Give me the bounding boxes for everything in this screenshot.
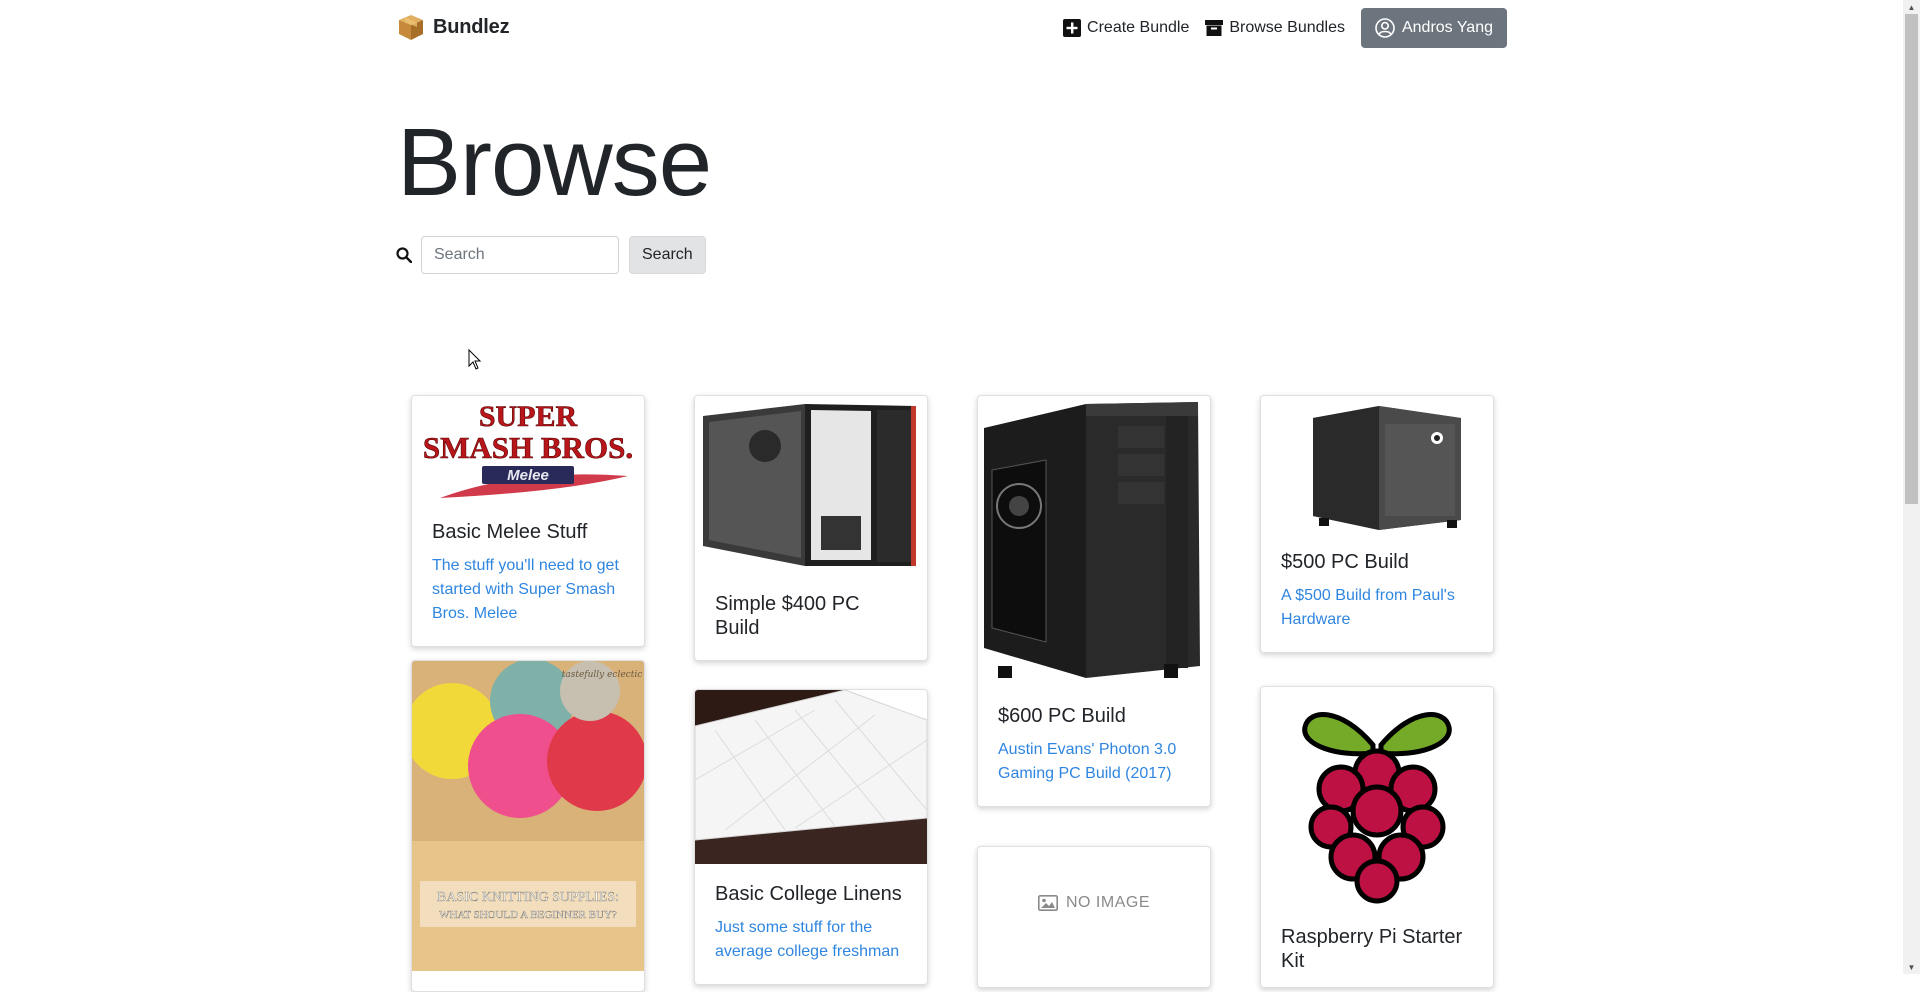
browse-bundles-link[interactable]: Browse Bundles <box>1205 19 1345 37</box>
brand-name: Bundlez <box>433 15 510 38</box>
create-bundle-label: Create Bundle <box>1087 19 1190 36</box>
scroll-down-arrow-icon[interactable]: ▼ <box>1903 960 1920 974</box>
card-description: The stuff you'll need to get started wit… <box>432 557 619 622</box>
card-description: Just some stuff for the average college … <box>715 919 900 960</box>
archive-icon <box>1205 20 1224 36</box>
card-description: Austin Evans' Photon 3.0 Gaming PC Build… <box>998 741 1177 782</box>
image-caption-line-2: WHAT SHOULD A BEGINNER BUY? <box>439 909 617 921</box>
card-title: Simple $400 PC Build <box>715 593 860 639</box>
card-title: Basic Melee Stuff <box>432 521 588 543</box>
bundle-card[interactable]: $500 PC Build A $500 Build from Paul's H… <box>1260 395 1494 653</box>
no-image-placeholder: NO IMAGE <box>978 847 1210 959</box>
compact-cube-pc-case <box>1261 396 1493 532</box>
user-name: Andros Yang <box>1401 19 1493 36</box>
bundle-card[interactable]: NO IMAGE <box>977 846 1211 988</box>
create-bundle-link[interactable]: Create Bundle <box>1063 19 1189 37</box>
card-title: Raspberry Pi Starter Kit <box>1281 926 1463 972</box>
image-icon <box>1037 895 1058 911</box>
image-watermark: tastefully eclectic <box>562 670 643 680</box>
black-tower-pc-case <box>978 396 1210 686</box>
user-circle-icon <box>1375 18 1395 38</box>
yarn-balls-basket: BASIC KNITTING SUPPLIES: WHAT SHOULD A B… <box>412 661 644 971</box>
card-title: Basic College Linens <box>715 883 902 905</box>
logo-text-smash-bros: SMASH BROS. <box>423 430 633 465</box>
mouse-cursor-icon <box>468 349 482 370</box>
search-button[interactable]: Search <box>629 236 706 274</box>
card-title: $600 PC Build <box>998 705 1126 727</box>
bundle-card[interactable]: BASIC KNITTING SUPPLIES: WHAT SHOULD A B… <box>411 660 645 992</box>
scrollbar-thumb[interactable] <box>1905 14 1918 504</box>
page-title: Browse <box>397 109 712 216</box>
card-title: $500 PC Build <box>1281 551 1409 573</box>
navbar: Bundlez Create Bundle Browse Bundles And… <box>0 0 1903 56</box>
quilted-mattress-pad <box>695 690 927 864</box>
card-description: A $500 Build from Paul's Hardware <box>1281 587 1455 628</box>
user-menu-button[interactable]: Andros Yang <box>1360 8 1507 48</box>
pc-case-open-side-panel <box>695 396 927 574</box>
nav-links: Create Bundle Browse Bundles Andros Yang <box>1063 8 1507 48</box>
super-smash-bros-melee-logo: SUPER SMASH BROS. Melee <box>412 396 644 502</box>
search-input[interactable] <box>421 236 619 274</box>
logo-text-melee: Melee <box>507 467 549 484</box>
search-icon <box>396 247 412 263</box>
image-caption-line-1: BASIC KNITTING SUPPLIES: <box>437 890 619 905</box>
browse-bundles-label: Browse Bundles <box>1229 19 1345 36</box>
bundle-card[interactable]: $600 PC Build Austin Evans' Photon 3.0 G… <box>977 395 1211 807</box>
no-image-label: NO IMAGE <box>1065 894 1150 911</box>
vertical-scrollbar[interactable]: ▲ ▼ <box>1903 0 1920 974</box>
scroll-up-arrow-icon[interactable]: ▲ <box>1903 0 1920 14</box>
search-form: Search <box>396 236 706 274</box>
raspberry-pi-logo <box>1261 687 1493 907</box>
bundle-card[interactable]: Simple $400 PC Build <box>694 395 928 661</box>
plus-square-icon <box>1063 19 1082 37</box>
bundle-card[interactable]: SUPER SMASH BROS. Melee Basic Melee Stuf… <box>411 395 645 647</box>
box-icon <box>399 15 423 40</box>
bundle-card[interactable]: Raspberry Pi Starter Kit <box>1260 686 1494 988</box>
bundle-card[interactable]: Basic College Linens Just some stuff for… <box>694 689 928 985</box>
brand-link[interactable]: Bundlez <box>397 13 510 41</box>
logo-text-super: SUPER <box>479 400 578 433</box>
